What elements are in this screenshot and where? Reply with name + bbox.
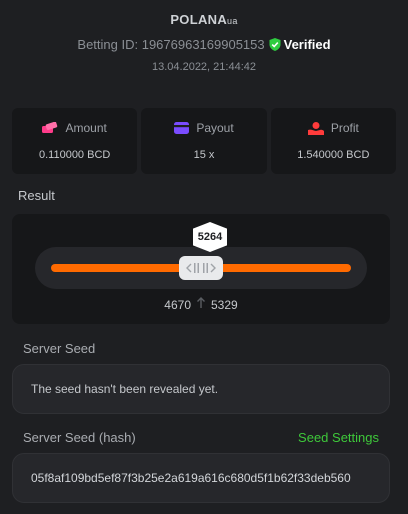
arrow-up-icon [196,297,206,312]
verified-badge: Verified [269,37,331,52]
server-seed-hash-field[interactable]: 05f8af109bd5ef87f3b25e2a619a616c680d5f1b… [12,453,390,503]
stat-amount-value: 0.110000 BCD [38,149,111,161]
stat-payout-label: Payout [196,121,234,135]
server-seed-field: The seed hasn't been revealed yet. [12,364,390,414]
server-seed-hash-value: 05f8af109bd5ef87f3b25e2a619a616c680d5f1b… [31,471,351,485]
stat-profit: Profit 1.540000 BCD [270,108,396,174]
card-icon [174,122,190,134]
server-seed-label: Server Seed [23,341,96,356]
result-value-bubble: 5264 [193,222,227,252]
verified-label: Verified [283,37,331,52]
stat-profit-label: Profit [330,121,359,135]
username: POLANAua [0,12,408,27]
stat-amount: Amount 0.110000 BCD [12,108,138,174]
hand-coin-icon [307,121,324,135]
stat-payout: Payout 15 x [141,108,267,174]
bet-header: POLANAua Betting ID: 19676963169905153 V… [0,0,408,73]
range-high: 5329 [211,297,238,312]
stat-amount-label: Amount [65,121,107,135]
seed-settings-link[interactable]: Seed Settings [298,430,379,445]
betting-id-row: Betting ID: 19676963169905153 Verified [0,37,408,52]
result-slider-handle[interactable] [179,256,223,280]
result-slider-track: 5264 [35,222,367,289]
betting-id: Betting ID: 19676963169905153 [77,37,265,52]
range-low: 4670 [164,297,191,312]
username-text: POLANA [170,12,228,27]
username-suffix: ua [227,16,238,26]
coins-icon [42,122,58,133]
drag-handle-icon [186,263,216,273]
server-seed-hash-label: Server Seed (hash) [23,430,136,445]
stat-payout-value: 15 x [193,149,215,161]
bet-date: 13.04.2022, 21:44:42 [152,61,256,73]
result-label: Result [18,188,55,203]
shield-check-icon [269,38,281,51]
stats-row: Amount 0.110000 BCD Payout 15 x Profit 1… [12,108,396,174]
server-seed-value: The seed hasn't been revealed yet. [31,382,219,396]
stat-profit-value: 1.540000 BCD [297,149,370,161]
result-panel: 5264 4670 5329 [12,214,390,324]
result-range: 4670 5329 [12,297,390,312]
